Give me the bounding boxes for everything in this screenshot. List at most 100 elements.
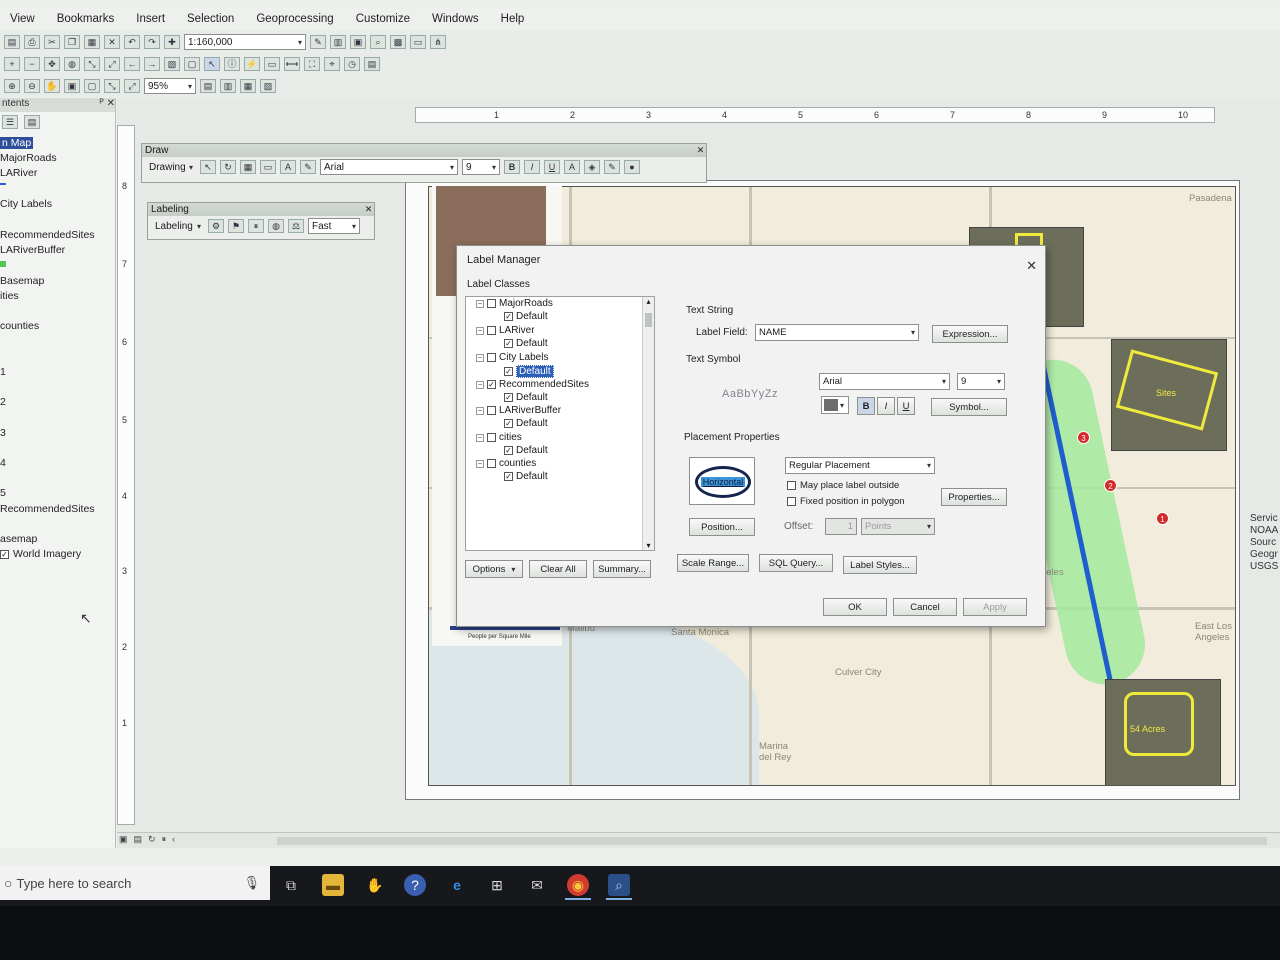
help-app-icon[interactable]: ?	[404, 874, 426, 896]
toc-group-basemap[interactable]: Basemap	[0, 275, 44, 287]
menu-bookmarks[interactable]: Bookmarks	[57, 13, 115, 25]
tree-class-row[interactable]: ✓ Default	[504, 392, 548, 403]
bold-icon[interactable]: B	[504, 160, 520, 174]
toc-dataframe[interactable]: n Map	[0, 137, 34, 149]
clear-selection-icon[interactable]: ▢	[184, 57, 200, 71]
menu-customize[interactable]: Customize	[356, 13, 410, 25]
class-checkbox[interactable]: ✓	[504, 339, 513, 348]
draw-toolbar-titlebar[interactable]: Draw ✕	[142, 144, 706, 157]
offset-input[interactable]: 1	[825, 518, 857, 535]
html-popup-icon[interactable]: ▭	[264, 57, 280, 71]
cut-icon[interactable]: ✂	[44, 35, 60, 49]
undo-icon[interactable]: ↶	[124, 35, 140, 49]
symbol-font-select[interactable]: Arial ▾	[819, 373, 950, 390]
label-styles-button[interactable]: Label Styles...	[843, 556, 917, 574]
zoom-100-icon[interactable]: ▢	[84, 79, 100, 93]
tree-class-row[interactable]: ✓ Default	[504, 471, 548, 482]
site-marker[interactable]: 3	[1077, 431, 1090, 444]
line-color-icon[interactable]: ✎	[604, 160, 620, 174]
horizontal-scrollbar[interactable]	[277, 837, 1267, 845]
layer-checkbox[interactable]	[487, 353, 496, 362]
rectangle-icon[interactable]: ▭	[260, 160, 276, 174]
editor-icon[interactable]: ✎	[310, 35, 326, 49]
layout-zoom-in-icon[interactable]: ⊕	[4, 79, 20, 93]
tree-layer-row[interactable]: − cities	[476, 432, 522, 443]
zoom-to-elements-icon[interactable]: ▦	[240, 160, 256, 174]
zoom-in-icon[interactable]: +	[4, 57, 20, 71]
layout-fixed-in-icon[interactable]: ⤡	[104, 79, 120, 93]
marker-color-icon[interactable]: ●	[624, 160, 640, 174]
close-icon[interactable]: ✕	[1026, 258, 1037, 274]
go-to-xy-icon[interactable]: ⌖	[324, 57, 340, 71]
measure-icon[interactable]: ⟷	[284, 57, 300, 71]
select-features-icon[interactable]: ▧	[164, 57, 180, 71]
ddp-icon[interactable]: ▧	[260, 79, 276, 93]
pause-drawing-icon[interactable]: ⏸	[162, 834, 167, 845]
font-color-icon[interactable]: A	[564, 160, 580, 174]
file-explorer-icon[interactable]: ▬	[322, 874, 344, 896]
toc-layer-majorroads[interactable]: MajorRoads	[0, 152, 57, 164]
store-icon[interactable]: ⊞	[486, 874, 508, 896]
catalog-icon[interactable]: ▣	[350, 35, 366, 49]
microphone-icon[interactable]: 🎙	[243, 875, 260, 891]
layout-pan-icon[interactable]: ✋	[44, 79, 60, 93]
menu-view[interactable]: View	[10, 13, 35, 25]
collapse-icon[interactable]: −	[476, 433, 484, 442]
toc-layer-cities[interactable]: ities	[0, 290, 19, 302]
label-weight-icon[interactable]: ⚖	[288, 219, 304, 233]
edge-browser-icon[interactable]: e	[446, 874, 468, 896]
zoom-out-icon[interactable]: −	[24, 57, 40, 71]
site-marker[interactable]: 2	[1104, 479, 1117, 492]
refresh-icon[interactable]: ↻	[148, 834, 156, 845]
layer-checkbox[interactable]	[487, 433, 496, 442]
tree-layer-row[interactable]: − counties	[476, 458, 536, 469]
fixed-position-checkbox[interactable]	[787, 497, 796, 506]
full-extent-icon[interactable]: ◍	[64, 57, 80, 71]
menu-help[interactable]: Help	[501, 13, 525, 25]
tree-class-row-selected[interactable]: ✓ Default	[504, 365, 554, 378]
close-icon[interactable]: ✕	[363, 204, 374, 215]
add-data-icon[interactable]: ✚	[164, 35, 180, 49]
lock-labels-icon[interactable]: ⚑	[228, 219, 244, 233]
mail-icon[interactable]: ✉	[526, 874, 548, 896]
font-size-combo[interactable]: 9 ▾	[462, 159, 500, 175]
find-icon[interactable]: ⛶	[304, 57, 320, 71]
scroll-left-icon[interactable]: ‹	[172, 834, 175, 845]
tree-class-row[interactable]: ✓ Default	[504, 418, 548, 429]
label-manager-icon[interactable]: ⚙	[208, 219, 224, 233]
draw-mode-combo[interactable]: Fast ▾	[308, 218, 360, 234]
close-icon[interactable]: ✕	[695, 145, 706, 156]
back-icon[interactable]: ←	[124, 57, 140, 71]
layer-checkbox[interactable]	[487, 326, 496, 335]
symbol-button[interactable]: Symbol...	[931, 398, 1007, 416]
delete-icon[interactable]: ✕	[104, 35, 120, 49]
label-field-select[interactable]: NAME ▾	[755, 324, 919, 341]
identify-icon[interactable]: ⓘ	[224, 57, 240, 71]
table-icon[interactable]: ▥	[330, 35, 346, 49]
change-layout-icon[interactable]: ▦	[240, 79, 256, 93]
collapse-icon[interactable]: −	[476, 406, 484, 415]
toc-group-basemap-2[interactable]: asemap	[0, 533, 37, 545]
toggle-draft-icon[interactable]: ▤	[200, 79, 216, 93]
select-elements-icon[interactable]: ↖	[200, 160, 216, 174]
fixed-position-option[interactable]: Fixed position in polygon	[787, 496, 905, 507]
tree-layer-row[interactable]: − LARiverBuffer	[476, 405, 561, 416]
view-unplaced-icon[interactable]: ◍	[268, 219, 284, 233]
layout-fixed-out-icon[interactable]: ⤢	[124, 79, 140, 93]
list-by-drawing-order-icon[interactable]: ☰	[2, 115, 18, 129]
symbol-size-select[interactable]: 9 ▾	[957, 373, 1005, 390]
menu-geoprocessing[interactable]: Geoprocessing	[256, 13, 333, 25]
python-icon[interactable]: ▭	[410, 35, 426, 49]
layer-checkbox[interactable]: ✓	[487, 380, 496, 389]
underline-toggle[interactable]: U	[897, 397, 915, 415]
toolbox-icon[interactable]: ▩	[390, 35, 406, 49]
tree-class-row[interactable]: ✓ Default	[504, 445, 548, 456]
forward-icon[interactable]: →	[144, 57, 160, 71]
focus-frame-icon[interactable]: ▥	[220, 79, 236, 93]
pan-icon[interactable]: ✥	[44, 57, 60, 71]
labeling-menu[interactable]: Labeling ▾	[152, 218, 204, 234]
class-checkbox[interactable]: ✓	[504, 419, 513, 428]
toc-layer-recommendedsites[interactable]: RecommendedSites	[0, 229, 95, 241]
hand-app-icon[interactable]: ✋	[364, 874, 386, 896]
model-builder-icon[interactable]: ⋔	[430, 35, 446, 49]
